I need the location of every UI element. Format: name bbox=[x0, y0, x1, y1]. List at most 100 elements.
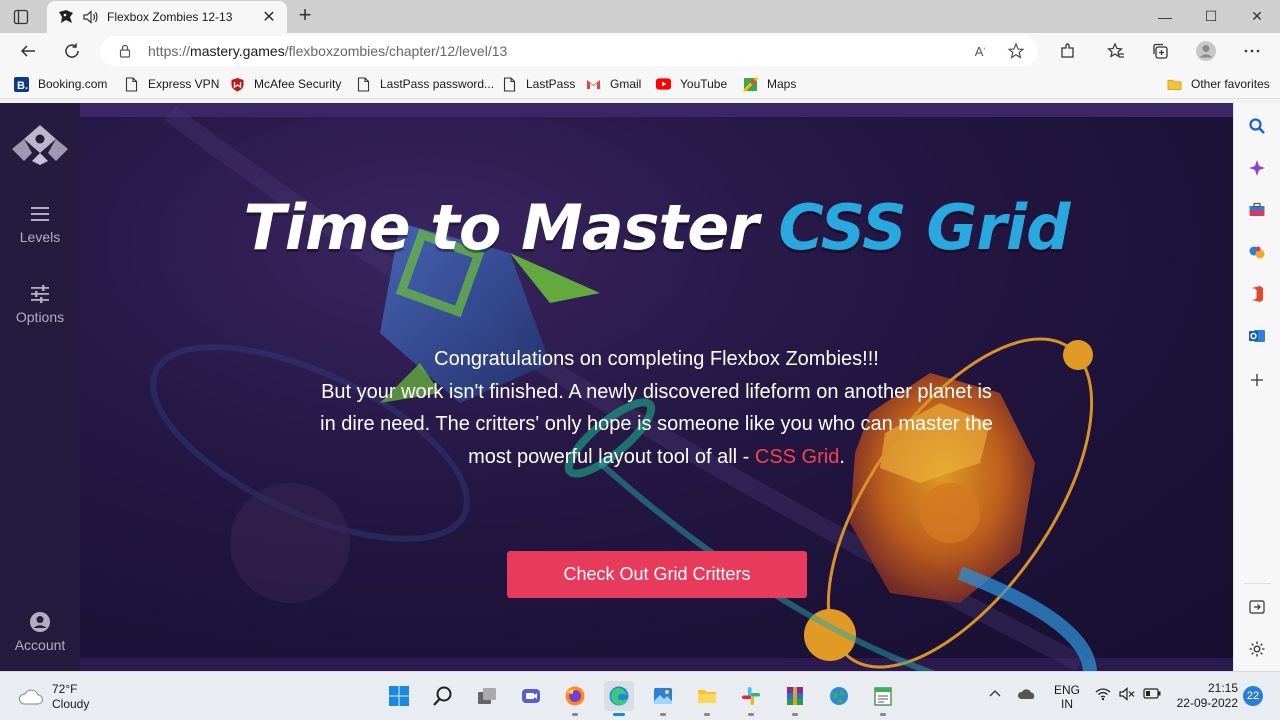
sliders-icon bbox=[31, 285, 49, 303]
running-indicator bbox=[792, 713, 798, 716]
task-view-icon[interactable] bbox=[472, 681, 502, 711]
outlook-icon[interactable] bbox=[1246, 325, 1268, 347]
favorite-lastpass-manager[interactable]: LastPass password... bbox=[356, 75, 494, 93]
wifi-icon[interactable] bbox=[1095, 687, 1111, 704]
tray-overflow-icon[interactable] bbox=[988, 687, 1002, 701]
more-menu-icon[interactable] bbox=[1239, 38, 1265, 64]
edge-browser-icon[interactable] bbox=[604, 681, 634, 716]
favorite-mcafee[interactable]: McAfee Security bbox=[230, 75, 341, 93]
active-indicator bbox=[613, 713, 625, 716]
firefox-icon[interactable] bbox=[560, 681, 590, 716]
start-button[interactable] bbox=[384, 681, 414, 711]
favorite-express-vpn[interactable]: Express VPN bbox=[124, 75, 219, 93]
running-indicator bbox=[660, 713, 666, 716]
speaker-icon[interactable] bbox=[81, 8, 99, 26]
zombie-favicon-icon bbox=[59, 10, 73, 23]
weather-widget[interactable]: 72°F Cloudy bbox=[18, 682, 89, 712]
file-explorer-icon[interactable] bbox=[692, 681, 722, 716]
office-icon[interactable] bbox=[1246, 283, 1268, 305]
page-icon bbox=[124, 76, 139, 92]
taskbar-search-icon[interactable] bbox=[428, 681, 458, 711]
edge-sidebar-divider bbox=[1244, 583, 1271, 584]
minimize-button[interactable]: — bbox=[1142, 0, 1188, 33]
window-controls: — ☐ ✕ bbox=[1142, 0, 1280, 33]
folder-icon bbox=[1167, 77, 1182, 92]
favorite-maps[interactable]: Maps bbox=[743, 75, 796, 93]
favorite-booking[interactable]: B. Booking.com bbox=[14, 75, 107, 93]
maps-icon bbox=[743, 76, 758, 92]
search-icon[interactable] bbox=[1246, 115, 1268, 137]
extensions-icon[interactable] bbox=[1055, 38, 1081, 64]
photos-icon[interactable] bbox=[648, 681, 678, 716]
hide-sidebar-icon[interactable] bbox=[1246, 596, 1268, 618]
page-icon bbox=[502, 76, 517, 92]
new-tab-button[interactable]: + bbox=[294, 4, 316, 27]
favorites-icon[interactable] bbox=[1103, 38, 1129, 64]
refresh-button[interactable] bbox=[59, 38, 85, 64]
web-page: Levels Options Account Time to Master CS… bbox=[0, 103, 1233, 671]
battery-icon[interactable] bbox=[1143, 688, 1161, 702]
close-window-button[interactable]: ✕ bbox=[1234, 0, 1280, 33]
weather-temp: 72°F bbox=[52, 682, 78, 696]
running-indicator bbox=[748, 713, 754, 716]
running-indicator bbox=[572, 713, 578, 716]
tab-close-icon[interactable]: ✕ bbox=[261, 9, 277, 26]
language-code: ENG bbox=[1054, 683, 1081, 697]
page-icon bbox=[356, 76, 371, 92]
menu-icon bbox=[31, 207, 49, 221]
address-toolbar: https://mastery.games/flexboxzombies/cha… bbox=[0, 33, 1280, 69]
mastery-games-logo[interactable] bbox=[10, 123, 70, 165]
profile-avatar[interactable] bbox=[1193, 38, 1219, 64]
css-grid-link[interactable]: CSS Grid bbox=[755, 446, 839, 468]
account-icon bbox=[30, 612, 50, 632]
url-text[interactable]: https://mastery.games/flexboxzombies/cha… bbox=[148, 43, 507, 59]
options-label: Options bbox=[15, 309, 65, 325]
notepad-app-icon[interactable] bbox=[868, 681, 898, 716]
account-nav[interactable]: Account bbox=[0, 611, 80, 653]
favorites-bar: B. Booking.com Express VPN McAfee Securi… bbox=[0, 69, 1280, 99]
winrar-icon[interactable] bbox=[780, 681, 810, 716]
mcafee-icon bbox=[230, 77, 245, 92]
volume-muted-icon[interactable] bbox=[1119, 687, 1135, 704]
message-line-1: Congratulations on completing Flexbox Zo… bbox=[434, 348, 879, 370]
notification-badge[interactable]: 22 bbox=[1243, 686, 1263, 706]
youtube-icon bbox=[656, 77, 671, 92]
other-favorites-folder[interactable]: Other favorites bbox=[1167, 75, 1270, 93]
levels-label: Levels bbox=[19, 229, 61, 245]
running-indicator bbox=[704, 713, 710, 716]
address-bar[interactable]: https://mastery.games/flexboxzombies/cha… bbox=[100, 36, 1038, 66]
add-sidebar-app-icon[interactable] bbox=[1246, 369, 1268, 391]
tab-title: Flexbox Zombies 12-13 bbox=[107, 10, 233, 24]
collections-icon[interactable] bbox=[1147, 38, 1173, 64]
globe-app-icon[interactable] bbox=[824, 681, 854, 711]
favorite-lastpass[interactable]: LastPass bbox=[502, 75, 575, 93]
grid-critters-button[interactable]: Check Out Grid Critters bbox=[507, 551, 807, 598]
add-favorite-icon[interactable] bbox=[1006, 41, 1026, 61]
briefcase-icon[interactable] bbox=[1246, 199, 1268, 221]
teams-chat-icon[interactable] bbox=[516, 681, 546, 711]
games-icon[interactable] bbox=[1246, 241, 1268, 263]
sparkle-icon[interactable] bbox=[1246, 157, 1268, 179]
options-nav[interactable]: Options bbox=[0, 283, 80, 325]
onedrive-icon[interactable] bbox=[1017, 688, 1037, 703]
settings-gear-icon[interactable] bbox=[1246, 638, 1268, 660]
maximize-button[interactable]: ☐ bbox=[1188, 0, 1234, 33]
favorite-gmail[interactable]: Gmail bbox=[586, 75, 641, 93]
lock-icon[interactable] bbox=[118, 44, 132, 58]
back-button[interactable] bbox=[15, 38, 41, 64]
slack-icon[interactable] bbox=[736, 681, 766, 716]
language-indicator[interactable]: ENG IN bbox=[1054, 683, 1080, 711]
clock-date: 22-09-2022 bbox=[1176, 696, 1238, 710]
cloud-icon bbox=[18, 689, 43, 705]
favorite-youtube[interactable]: YouTube bbox=[656, 75, 727, 93]
levels-nav[interactable]: Levels bbox=[0, 203, 80, 245]
system-clock[interactable]: 21:15 22-09-2022 bbox=[1172, 681, 1238, 711]
running-indicator bbox=[880, 713, 886, 716]
read-aloud-icon[interactable]: Aʼ bbox=[970, 41, 990, 61]
browser-tab[interactable]: Flexbox Zombies 12-13 ✕ bbox=[47, 1, 287, 33]
windows-taskbar: 72°F Cloudy ENG IN 21:15 22-09-2022 22 bbox=[0, 671, 1280, 720]
gmail-icon bbox=[586, 77, 601, 92]
weather-desc: Cloudy bbox=[52, 697, 90, 711]
region-code: IN bbox=[1061, 697, 1073, 711]
tab-actions-icon[interactable] bbox=[10, 6, 32, 28]
